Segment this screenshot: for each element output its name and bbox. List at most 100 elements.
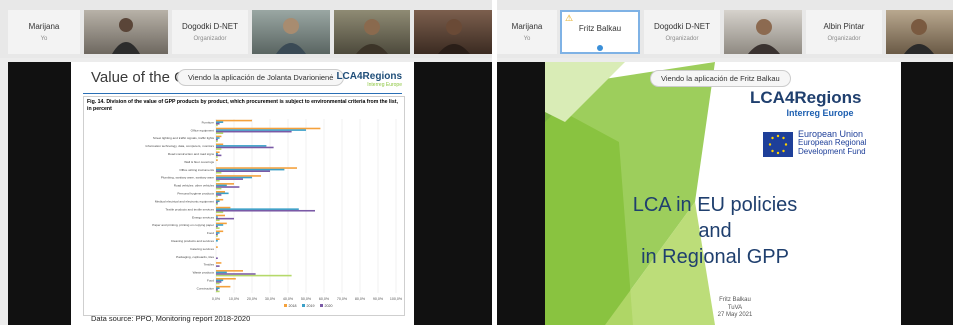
participant-tile[interactable]: Albin Pintar Organizador — [806, 10, 882, 54]
legend-swatch — [302, 304, 305, 307]
legend-label: 2019 — [307, 304, 315, 308]
bar — [216, 179, 220, 182]
slide-footer: Data source: PPO, Monitoring report 2018… — [91, 314, 251, 323]
bar — [216, 232, 220, 234]
title-line-1: LCA in EU policies — [632, 194, 798, 216]
eu-funding-label: European Union European Regional Develop… — [798, 129, 867, 156]
participant-name: Marijana — [28, 22, 60, 31]
person-video-icon — [276, 18, 306, 54]
category-label: Information technology, data, computers,… — [145, 144, 214, 148]
bar — [216, 167, 297, 169]
title-line-3: in Regional GPP — [641, 246, 789, 268]
category-label: Textile products and textile services — [165, 207, 214, 211]
x-tick-label: 40,0% — [283, 297, 294, 301]
category-label: Plumbing, sanitary ware, sanitary ware — [161, 176, 214, 180]
participant-video[interactable] — [886, 10, 953, 54]
bar — [216, 217, 234, 220]
bar — [216, 265, 220, 267]
category-label: Construction — [197, 286, 215, 290]
bar — [216, 285, 231, 288]
bar — [216, 216, 218, 218]
participant-tile-active-speaker[interactable]: ⚠ Fritz Balkau — [560, 10, 640, 54]
participant-role: Organizador — [665, 36, 699, 42]
bar — [216, 137, 220, 139]
bar — [216, 140, 218, 142]
participant-role: Organizador — [193, 36, 227, 42]
bar — [216, 271, 227, 274]
bar — [216, 184, 227, 187]
category-label: Furniture — [202, 120, 215, 124]
bar — [216, 224, 224, 226]
bar — [216, 119, 252, 122]
bar — [216, 151, 220, 154]
bar — [216, 198, 224, 201]
participant-name: Fritz Balkau — [578, 24, 622, 33]
category-label: Waste products — [193, 271, 215, 275]
shared-screen: Value of the GPP products Viendo la apli… — [8, 62, 492, 325]
participant-tile[interactable]: Dogodki D-NET Organizador — [172, 10, 248, 54]
bar — [216, 153, 218, 155]
participant-tile[interactable]: Dogodki D-NET Organizador — [644, 10, 720, 54]
participant-video[interactable] — [252, 10, 330, 54]
participant-role: Yo — [523, 36, 531, 42]
bar — [216, 190, 225, 193]
title-line-2: and — [698, 220, 732, 242]
legend-swatch — [320, 304, 323, 307]
participant-strip: Marijana Yo Dogodki D-NET Organizador — [0, 0, 492, 58]
x-tick-label: 20,0% — [247, 297, 258, 301]
bar — [216, 145, 267, 147]
bar — [216, 124, 218, 127]
eu-flag-icon — [763, 132, 793, 157]
category-label: Catering services — [190, 247, 214, 251]
bar — [216, 281, 222, 283]
person-video-icon — [112, 18, 140, 54]
legend-label: 2020 — [325, 304, 333, 308]
participant-name: Marijana — [511, 22, 543, 31]
participant-video[interactable] — [334, 10, 410, 54]
category-label: Packaging, cupboards, tiles — [176, 255, 214, 259]
bar — [216, 233, 218, 236]
x-tick-label: 30,0% — [265, 297, 276, 301]
x-tick-label: 90,0% — [373, 297, 384, 301]
category-label: Street lighting and traffic signals, tra… — [153, 136, 215, 140]
bar — [216, 282, 220, 285]
category-label: Medical electrical and electronic equipm… — [155, 199, 214, 203]
bar — [216, 270, 243, 272]
participant-video[interactable] — [414, 10, 492, 54]
eu-line-3: Development Fund — [798, 146, 866, 156]
chart-frame: Fig. 14. Division of the value of GPP pr… — [83, 96, 405, 316]
bar — [216, 186, 240, 188]
share-banner: Viendo la aplicación de Jolanta Dvarioni… — [177, 69, 345, 86]
shared-slide: Viendo la aplicación de Fritz Balkau LCA… — [545, 62, 901, 325]
x-tick-label: 80,0% — [355, 297, 366, 301]
bar — [216, 240, 218, 242]
participant-video[interactable] — [84, 10, 168, 54]
participant-name: Albin Pintar — [823, 22, 865, 31]
participant-tile[interactable]: Marijana Yo — [8, 10, 80, 54]
logo-text: LCA4Regions — [750, 88, 862, 107]
bar — [216, 159, 218, 161]
bar — [216, 227, 220, 229]
legend-label: 2018 — [289, 304, 297, 308]
shared-screen: Viendo la aplicación de Fritz Balkau LCA… — [497, 62, 953, 325]
category-label: Cleaning products and services — [171, 239, 215, 243]
bar — [216, 183, 234, 185]
shared-slide: Value of the GPP products Viendo la apli… — [71, 62, 414, 325]
bar — [216, 192, 229, 195]
bar — [216, 289, 218, 291]
category-label: Textiles — [204, 263, 215, 267]
speaking-indicator-icon — [597, 45, 603, 51]
bar — [216, 222, 227, 225]
bar — [216, 132, 224, 135]
bar — [216, 195, 218, 198]
x-tick-label: 10,0% — [229, 297, 240, 301]
bar — [216, 187, 222, 190]
participant-tile[interactable]: Marijana Yo — [497, 10, 557, 54]
bar — [216, 143, 224, 146]
category-label: Road construction and road signs — [168, 152, 215, 156]
bar — [216, 176, 252, 179]
participant-video[interactable] — [724, 10, 802, 54]
bar — [216, 171, 222, 174]
x-tick-label: 50,0% — [301, 297, 312, 301]
bar — [216, 219, 220, 222]
